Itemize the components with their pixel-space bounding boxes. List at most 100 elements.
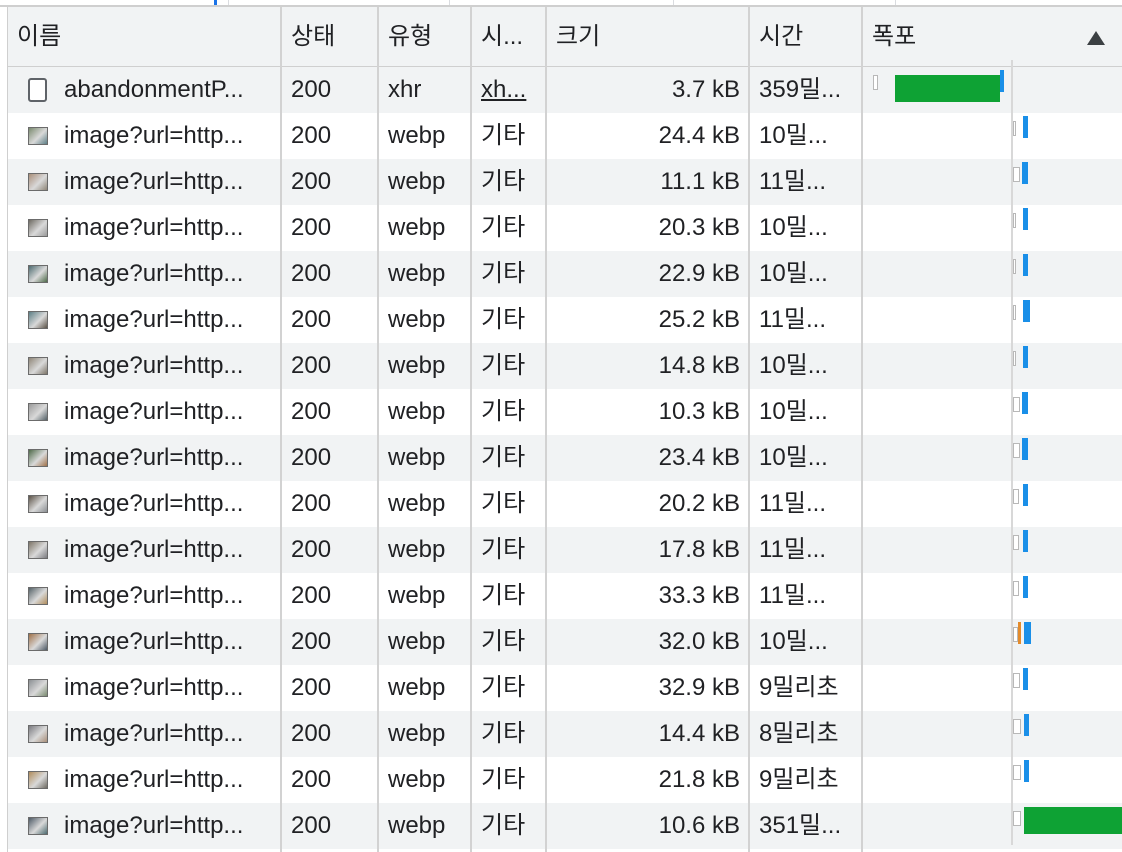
waterfall-bar-wait[interactable]: [1013, 765, 1021, 780]
waterfall-bar-blue[interactable]: [1023, 530, 1028, 552]
image-thumbnail-icon: [28, 495, 48, 513]
waterfall-bar-blue[interactable]: [1024, 622, 1031, 644]
waterfall-bar-blue[interactable]: [1024, 760, 1029, 782]
waterfall-bar-blue[interactable]: [1022, 392, 1028, 414]
panel-tab-strip: [0, 0, 1122, 7]
column-divider[interactable]: [545, 7, 547, 852]
waterfall-bar-wait[interactable]: [1013, 673, 1020, 688]
waterfall-bar-blue[interactable]: [1023, 668, 1028, 690]
image-thumbnail-icon: [28, 311, 48, 329]
column-divider[interactable]: [748, 7, 750, 852]
waterfall-bar-wait[interactable]: [1013, 259, 1016, 274]
tab-divider: [673, 0, 674, 5]
table-row[interactable]: image?url=http... 200 webp 기타 21.8 kB 9밀리초: [8, 757, 1122, 803]
waterfall-bar-wait[interactable]: [1013, 489, 1019, 504]
table-row[interactable]: image?url=http... 200 webp 기타 20.3 kB 10밀...: [8, 205, 1122, 251]
column-header-type[interactable]: 유형: [379, 7, 470, 67]
column-header-name[interactable]: 이름: [8, 7, 280, 67]
waterfall-bar-dl[interactable]: [1024, 807, 1122, 834]
request-initiator: 기타: [481, 490, 526, 517]
column-header-size[interactable]: 크기: [547, 7, 747, 67]
column-header-waterfall[interactable]: 폭포: [863, 7, 1122, 67]
table-row[interactable]: image?url=http... 200 webp 기타 10.6 kB 351밀...: [8, 803, 1122, 849]
request-time: 9밀리초: [759, 766, 839, 793]
request-type: webp: [388, 674, 446, 701]
request-initiator: 기타: [481, 352, 526, 379]
request-type: webp: [388, 766, 446, 793]
waterfall-bar-blue[interactable]: [1000, 70, 1004, 92]
request-initiator[interactable]: xh...: [481, 67, 545, 113]
waterfall-bar-blue[interactable]: [1023, 346, 1028, 368]
request-time: 351밀...: [759, 812, 842, 839]
column-divider[interactable]: [470, 7, 472, 852]
request-status: 200: [291, 168, 332, 195]
waterfall-bar-wait[interactable]: [1013, 213, 1016, 228]
request-type: webp: [388, 306, 446, 333]
request-size: 32.0 kB: [658, 628, 740, 655]
request-size: 14.8 kB: [658, 352, 740, 379]
request-name: image?url=http...: [64, 352, 244, 379]
table-row[interactable]: image?url=http... 200 webp 기타 33.3 kB 11밀...: [8, 573, 1122, 619]
column-header-time[interactable]: 시간: [750, 7, 860, 67]
table-row[interactable]: image?url=http... 200 webp 기타 32.9 kB 9밀리초: [8, 665, 1122, 711]
waterfall-bar-blue[interactable]: [1023, 484, 1028, 506]
column-divider[interactable]: [861, 7, 863, 852]
waterfall-bar-blue[interactable]: [1024, 714, 1029, 736]
request-name: image?url=http...: [64, 582, 244, 609]
request-type: webp: [388, 214, 446, 241]
waterfall-bar-blue[interactable]: [1023, 116, 1028, 138]
image-thumbnail-icon: [28, 817, 48, 835]
waterfall-bar-wait[interactable]: [1013, 719, 1021, 734]
column-header-status[interactable]: 상태: [282, 7, 377, 67]
request-status: 200: [291, 214, 332, 241]
waterfall-bar-wait[interactable]: [1013, 167, 1020, 182]
request-size: 10.6 kB: [658, 812, 740, 839]
waterfall-bar-dl[interactable]: [895, 75, 1000, 102]
table-row[interactable]: image?url=http... 200 webp 기타 32.0 kB 10밀...: [8, 619, 1122, 665]
table-row[interactable]: image?url=http... 200 webp 기타 22.9 kB 10밀...: [8, 251, 1122, 297]
table-row[interactable]: image?url=http... 200 webp 기타 14.8 kB 10밀...: [8, 343, 1122, 389]
waterfall-bar-blue[interactable]: [1023, 208, 1028, 230]
request-size: 11.1 kB: [660, 168, 740, 195]
table-row[interactable]: image?url=http... 200 webp 기타 24.4 kB 10밀...: [8, 113, 1122, 159]
waterfall-bar-wait[interactable]: [1013, 581, 1019, 596]
request-size: 17.8 kB: [658, 536, 740, 563]
waterfall-bar-orange[interactable]: [1018, 622, 1021, 644]
sort-ascending-icon[interactable]: [1087, 31, 1105, 45]
waterfall-bar-wait[interactable]: [1013, 121, 1016, 136]
table-row[interactable]: image?url=http... 200 webp 기타 23.4 kB 10밀...: [8, 435, 1122, 481]
table-row[interactable]: image?url=http... 200 webp 기타 14.4 kB 8밀리초: [8, 711, 1122, 757]
image-thumbnail-icon: [28, 449, 48, 467]
request-name: image?url=http...: [64, 720, 244, 747]
request-type: webp: [388, 122, 446, 149]
request-initiator: 기타: [481, 720, 526, 747]
image-thumbnail-icon: [28, 357, 48, 375]
image-thumbnail-icon: [28, 541, 48, 559]
column-divider[interactable]: [280, 7, 282, 852]
waterfall-bar-wait[interactable]: [1013, 535, 1019, 550]
waterfall-bar-wait[interactable]: [1013, 397, 1020, 412]
waterfall-bar-wait[interactable]: [1013, 305, 1016, 320]
waterfall-bar-blue[interactable]: [1023, 300, 1030, 322]
waterfall-bar-blue[interactable]: [1022, 438, 1028, 460]
table-row[interactable]: image?url=http... 200 webp 기타 10.3 kB 10밀...: [8, 389, 1122, 435]
request-name: image?url=http...: [64, 306, 244, 333]
waterfall-bar-wait[interactable]: [1013, 443, 1020, 458]
waterfall-bar-blue[interactable]: [1023, 576, 1028, 598]
request-name: image?url=http...: [64, 444, 244, 471]
waterfall-bar-blue[interactable]: [1023, 254, 1028, 276]
table-row[interactable]: image?url=http... 200 webp 기타 11.1 kB 11밀...: [8, 159, 1122, 205]
request-status: 200: [291, 444, 332, 471]
waterfall-bar-wait[interactable]: [873, 75, 878, 90]
waterfall-bar-wait[interactable]: [1013, 351, 1016, 366]
waterfall-bar-blue[interactable]: [1022, 162, 1028, 184]
table-row[interactable]: image?url=http... 200 webp 기타 25.2 kB 11밀...: [8, 297, 1122, 343]
table-row[interactable]: image?url=http... 200 webp 기타 17.8 kB 11밀...: [8, 527, 1122, 573]
request-size: 3.7 kB: [671, 76, 740, 103]
column-divider[interactable]: [377, 7, 379, 852]
table-row[interactable]: image?url=http... 200 webp 기타 20.2 kB 11밀...: [8, 481, 1122, 527]
waterfall-bar-wait[interactable]: [1013, 811, 1021, 826]
column-header-initiator[interactable]: 시...: [472, 7, 545, 67]
image-thumbnail-icon: [28, 633, 48, 651]
request-size: 23.4 kB: [658, 444, 740, 471]
